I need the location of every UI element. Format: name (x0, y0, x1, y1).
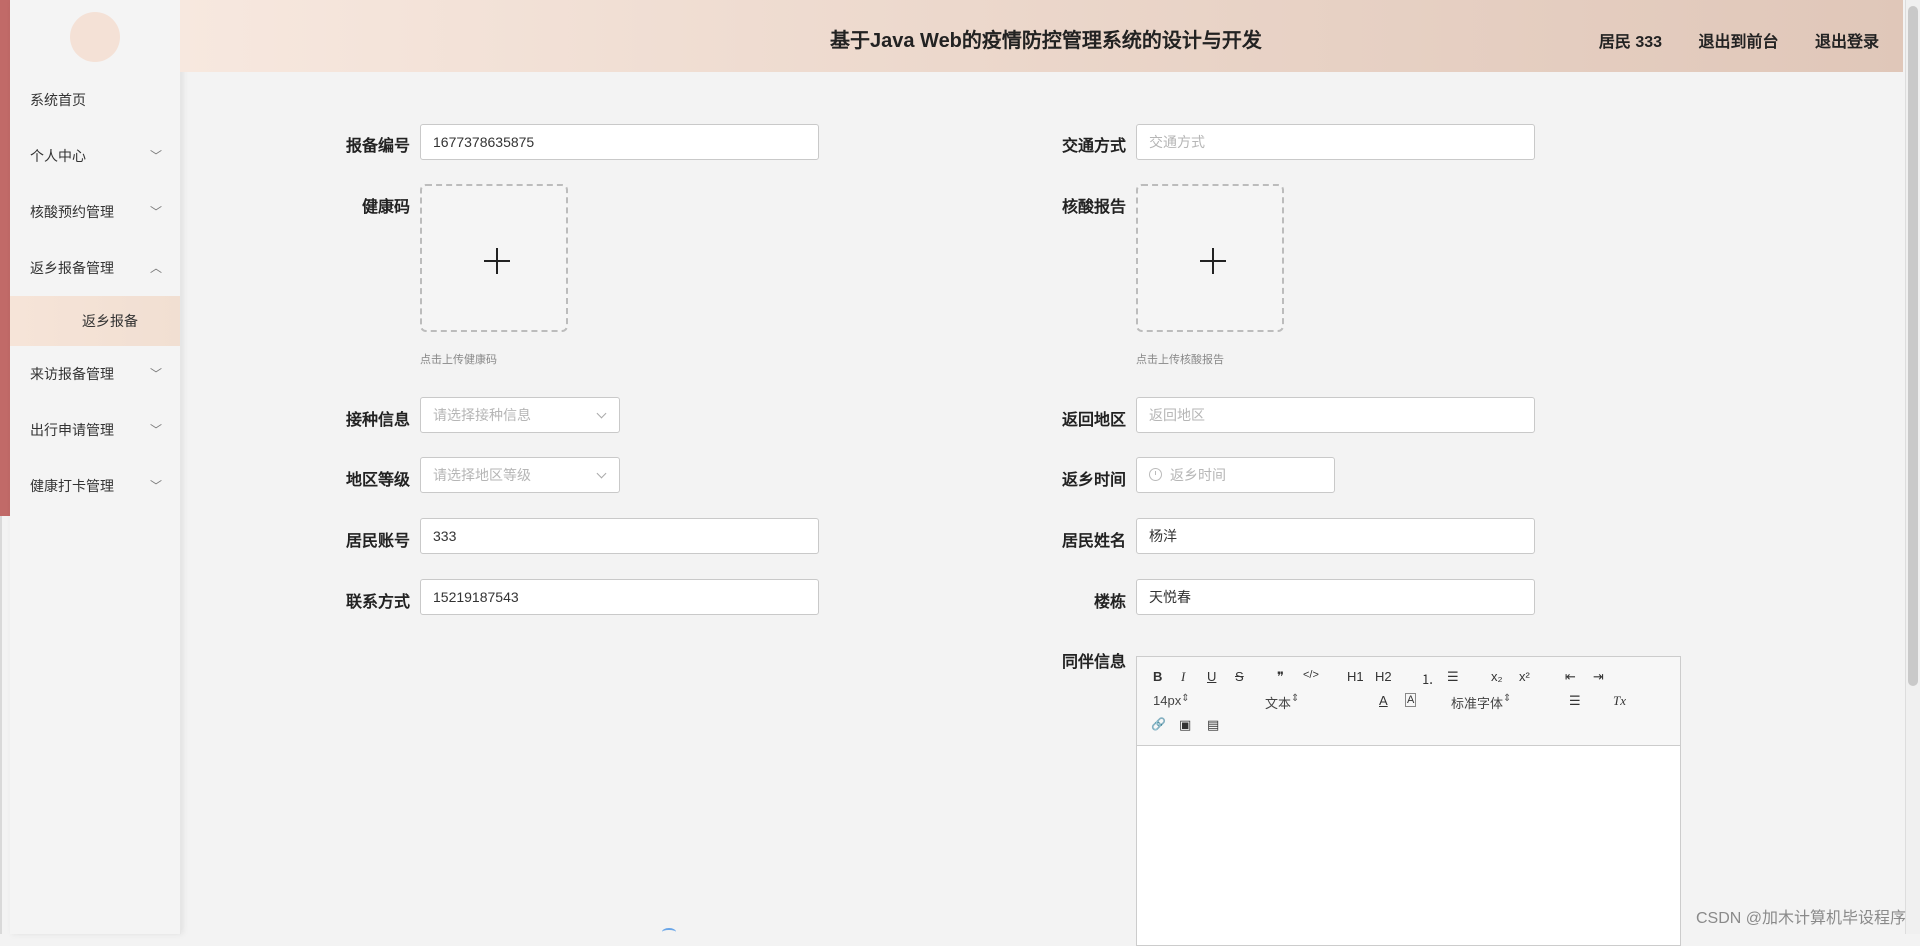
return-region-label: 返回地区 (1061, 412, 1126, 429)
resident-name-label: 居民姓名 (1061, 533, 1126, 550)
building-input[interactable]: 天悦春 (1136, 579, 1535, 615)
sidebar-item-label: 个人中心 (30, 148, 86, 164)
transport-input[interactable]: 交通方式 (1136, 124, 1535, 160)
resident-account-label: 居民账号 (345, 533, 410, 550)
font-size-select[interactable]: 14px (1153, 693, 1233, 708)
page-title: 基于Java Web的疫情防控管理系统的设计与开发 (830, 30, 1262, 52)
subscript-button[interactable]: x₂ (1491, 669, 1503, 684)
scrollbar-thumb[interactable] (1908, 6, 1918, 686)
background-color-icon[interactable]: A (1405, 693, 1417, 707)
image-icon[interactable]: ▣ (1179, 717, 1191, 733)
h1-button[interactable]: H1 (1347, 669, 1364, 684)
report-no-input[interactable]: 1677378635875 (420, 124, 819, 160)
sidebar-menu: 系统首页 个人中心 ﹀ 核酸预约管理 ﹀ 返乡报备管理 ︿ 返乡报备 来访报备管… (10, 72, 180, 514)
chevron-down-icon: ﹀ (149, 149, 162, 163)
return-time-picker[interactable]: 返乡时间 (1136, 457, 1335, 493)
plus-icon (496, 248, 498, 274)
sidebar-item-label: 返乡报备管理 (30, 260, 114, 276)
quote-icon[interactable]: ❞ (1277, 669, 1284, 685)
chevron-down-icon: ﹀ (149, 423, 162, 437)
sidebar-item-label: 来访报备管理 (30, 366, 114, 382)
sidebar-item-label: 核酸预约管理 (30, 204, 114, 220)
font-family-value: 标准字体 (1451, 696, 1504, 711)
building-label: 楼栋 (1093, 594, 1126, 611)
top-header: 基于Java Web的疫情防控管理系统的设计与开发 居民 333 退出到前台 退… (180, 0, 1903, 72)
sidebar-item-nucleic-appointment[interactable]: 核酸预约管理 ﹀ (10, 184, 180, 240)
chevron-down-icon: ﹀ (149, 367, 162, 381)
font-size-value: 14px (1153, 693, 1182, 708)
strike-button[interactable]: S (1235, 669, 1244, 684)
companions-label: 同伴信息 (1061, 654, 1126, 671)
video-icon[interactable]: ▤ (1207, 717, 1219, 733)
health-code-hint: 点击上传健康码 (420, 354, 497, 366)
bold-button[interactable]: B (1153, 669, 1162, 684)
region-level-select[interactable]: 请选择地区等级 (420, 457, 620, 493)
chevron-down-icon: ﹀ (149, 479, 162, 493)
h2-button[interactable]: H2 (1375, 669, 1392, 684)
vaccination-select[interactable]: 请选择接种信息 (420, 397, 620, 433)
vaccination-label: 接种信息 (345, 412, 410, 429)
ordered-list-icon[interactable]: ⒈ (1421, 669, 1434, 688)
sidebar-item-travel-application[interactable]: 出行申请管理 ﹀ (10, 402, 180, 458)
sidebar-item-label: 健康打卡管理 (30, 478, 114, 494)
header-select[interactable]: 文本 (1265, 693, 1345, 712)
user-label: 居民 333 (1598, 34, 1663, 51)
italic-button[interactable]: I (1181, 669, 1185, 685)
sidebar-item-home[interactable]: 系统首页 (10, 72, 180, 128)
nucleic-report-hint: 点击上传核酸报告 (1136, 354, 1224, 366)
return-time-label: 返乡时间 (1061, 472, 1126, 489)
contact-input[interactable]: 15219187543 (420, 579, 819, 615)
vertical-scrollbar[interactable] (1905, 0, 1920, 934)
avatar[interactable] (70, 12, 120, 62)
link-icon[interactable]: 🔗 (1151, 717, 1166, 731)
sidebar-item-label: 系统首页 (30, 92, 86, 108)
watermark: CSDN @加木计算机毕设程序 (1695, 910, 1906, 927)
plus-icon (1212, 248, 1214, 274)
editor-toolbar: B I U S ❞ </> H1 H2 ⒈ ☰ x₂ x² ⇤ ⇥ 14px 文… (1137, 657, 1680, 746)
clock-icon (1149, 468, 1162, 481)
sidebar: 系统首页 个人中心 ﹀ 核酸预约管理 ﹀ 返乡报备管理 ︿ 返乡报备 来访报备管… (10, 0, 181, 934)
contact-label: 联系方式 (345, 594, 410, 611)
align-icon[interactable]: ☰ (1569, 693, 1581, 709)
header-links: 居民 333 退出到前台 退出登录 (1567, 28, 1879, 52)
back-to-front-link[interactable]: 退出到前台 (1699, 34, 1779, 51)
sidebar-subitem-label: 返乡报备 (82, 313, 138, 329)
sidebar-item-return-report[interactable]: 返乡报备管理 ︿ (10, 240, 180, 296)
return-region-input[interactable]: 返回地区 (1136, 397, 1535, 433)
logout-link[interactable]: 退出登录 (1815, 34, 1879, 51)
chevron-down-icon: ﹀ (149, 205, 162, 219)
companions-editor[interactable]: B I U S ❞ </> H1 H2 ⒈ ☰ x₂ x² ⇤ ⇥ 14px 文… (1136, 656, 1681, 946)
chevron-up-icon: ︿ (149, 261, 162, 275)
superscript-button[interactable]: x² (1519, 669, 1530, 684)
sidebar-item-label: 出行申请管理 (30, 422, 114, 438)
nucleic-report-upload[interactable] (1136, 184, 1284, 332)
outdent-icon[interactable]: ⇤ (1565, 669, 1576, 685)
bullet-list-icon[interactable]: ☰ (1447, 669, 1459, 685)
code-icon[interactable]: </> (1303, 669, 1319, 681)
report-no-label: 报备编号 (345, 138, 410, 155)
text-color-icon[interactable]: A (1379, 693, 1388, 708)
loading-spinner-icon (662, 928, 676, 936)
underline-button[interactable]: U (1207, 669, 1216, 684)
font-family-select[interactable]: 标准字体 (1451, 693, 1541, 712)
header-value: 文本 (1265, 696, 1292, 711)
clear-format-icon[interactable]: Tx (1613, 693, 1626, 709)
sidebar-item-visitor-report[interactable]: 来访报备管理 ﹀ (10, 346, 180, 402)
resident-name-input[interactable]: 杨洋 (1136, 518, 1535, 554)
health-code-upload[interactable] (420, 184, 568, 332)
indent-icon[interactable]: ⇥ (1593, 669, 1604, 685)
sidebar-item-health-checkin[interactable]: 健康打卡管理 ﹀ (10, 458, 180, 514)
return-time-placeholder: 返乡时间 (1170, 467, 1226, 483)
region-level-label: 地区等级 (345, 472, 410, 489)
resident-account-input[interactable]: 333 (420, 518, 819, 554)
sidebar-subitem-return-report[interactable]: 返乡报备 (10, 296, 180, 346)
transport-label: 交通方式 (1061, 138, 1126, 155)
sidebar-accent-bar (0, 0, 10, 516)
nucleic-report-label: 核酸报告 (1061, 199, 1126, 216)
sidebar-item-personal-center[interactable]: 个人中心 ﹀ (10, 128, 180, 184)
health-code-label: 健康码 (361, 199, 410, 216)
